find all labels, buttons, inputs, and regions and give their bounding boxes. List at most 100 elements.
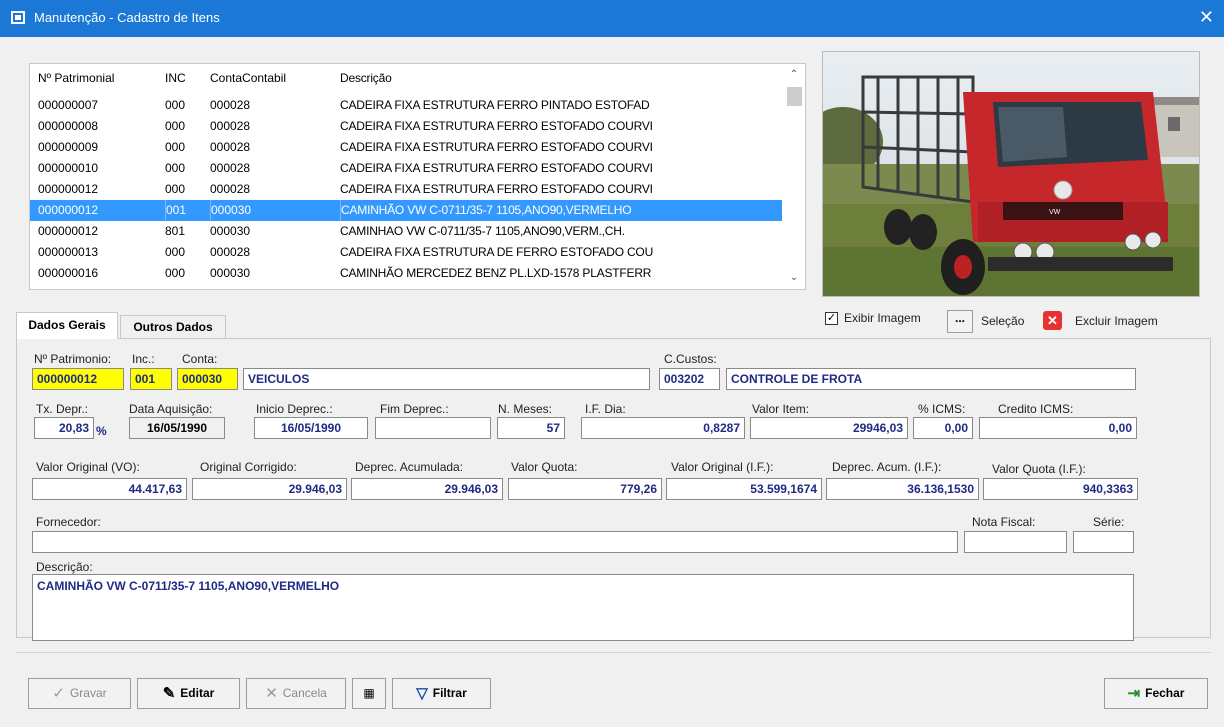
cell-patrimonial: 000000008 — [38, 119, 99, 133]
ccustos-description-field: CONTROLE DE FROTA — [726, 368, 1136, 390]
header-descricao[interactable]: Descrição — [340, 68, 392, 89]
calculator-button[interactable]: ▦ — [352, 678, 386, 709]
fim-deprec-field[interactable] — [375, 417, 491, 439]
window-title: Manutenção - Cadastro de Itens — [34, 10, 220, 25]
if-dia-field[interactable]: 0,8287 — [581, 417, 745, 439]
n-meses-field[interactable]: 57 — [497, 417, 565, 439]
delete-image-label[interactable]: Excluir Imagem — [1075, 314, 1158, 328]
table-row[interactable]: 000000009 000 000028 CADEIRA FIXA ESTRUTURA… — [30, 137, 782, 158]
table-row[interactable]: 000000012 801 000030 CAMINHAO VW C-0711/35-… — [30, 221, 782, 242]
delete-image-icon[interactable]: ✕ — [1043, 311, 1062, 330]
serie-label: Série: — [1093, 515, 1125, 529]
header-conta-contabil[interactable]: ContaContabil — [210, 68, 286, 89]
cell-conta: 000028 — [210, 140, 251, 154]
cell-patrimonial: 000000016 — [38, 266, 99, 280]
close-icon[interactable]: ✕ — [1199, 7, 1214, 28]
inc-field[interactable]: 001 — [130, 368, 172, 390]
table-row[interactable]: 000000016 000 000030 CAMINHÃO MERCEDEZ BENZ… — [30, 263, 782, 284]
gravar-label: Gravar — [69, 686, 107, 700]
grid-scrollbar[interactable]: ⌃ ⌄ — [783, 64, 805, 289]
valor-quota-if-field[interactable]: 940,3363 — [983, 478, 1138, 500]
cell-patrimonial: 000000013 — [38, 245, 99, 259]
patrimonio-field[interactable]: 000000012 — [32, 368, 124, 390]
table-row[interactable]: 000000012 001 000030 CAMINHÃO VW C-0711/35-… — [30, 200, 782, 221]
header-patrimonial[interactable]: Nº Patrimonial — [38, 68, 114, 89]
scroll-up-icon[interactable]: ⌃ — [783, 66, 805, 84]
pct-icms-field[interactable]: 0,00 — [913, 417, 973, 439]
editar-button[interactable]: ✎ Editar — [137, 678, 240, 709]
item-photo: VW — [822, 51, 1200, 297]
cancela-label: Cancela — [282, 686, 327, 700]
table-row[interactable]: 000000013 000 000028 CADEIRA FIXA ESTRUTURA… — [30, 242, 782, 263]
cell-patrimonial: 000000009 — [38, 140, 99, 154]
app-window-icon — [11, 11, 25, 24]
cancela-button[interactable]: ✕ Cancela — [246, 678, 346, 709]
tx-depr-label: Tx. Depr.: — [36, 402, 89, 416]
table-row[interactable]: 000000010 000 000028 CADEIRA FIXA ESTRUTURA… — [30, 158, 782, 179]
grid-header: Nº Patrimonial INC ContaContabil Descriç… — [30, 68, 782, 89]
fechar-button[interactable]: ⇥ Fechar — [1104, 678, 1208, 709]
tab-dados-gerais[interactable]: Dados Gerais — [16, 312, 118, 339]
cell-inc: 000 — [165, 245, 186, 259]
conta-field[interactable]: 000030 — [177, 368, 238, 390]
descricao-field[interactable]: CAMINHÃO VW C-0711/35-7 1105,ANO90,VERME… — [32, 574, 1134, 641]
credito-icms-field[interactable]: 0,00 — [979, 417, 1137, 439]
serie-field[interactable] — [1073, 531, 1134, 553]
fornecedor-field[interactable] — [32, 531, 958, 553]
svg-text:VW: VW — [1049, 209, 1061, 216]
inicio-deprec-field[interactable]: 16/05/1990 — [254, 417, 368, 439]
valor-quota-label: Valor Quota: — [511, 460, 578, 474]
deprec-acumulada-label: Deprec. Acumulada: — [355, 460, 464, 474]
nota-fiscal-label: Nota Fiscal: — [972, 515, 1036, 529]
cell-patrimonial: 000000012 — [38, 182, 99, 196]
table-row[interactable]: 000000012 000 000028 CADEIRA FIXA ESTRUTURA… — [30, 179, 782, 200]
valor-quota-field[interactable]: 779,26 — [508, 478, 662, 500]
cell-inc: 000 — [165, 266, 186, 280]
tab-outros-dados[interactable]: Outros Dados — [120, 315, 226, 338]
show-image-checkbox[interactable]: ✓ — [825, 312, 838, 325]
deprec-acum-if-label: Deprec. Acum. (I.F.): — [832, 460, 942, 474]
deprec-acum-if-field[interactable]: 36.136,1530 — [826, 478, 979, 500]
show-image-label: Exibir Imagem — [844, 311, 921, 325]
items-grid[interactable]: Nº Patrimonial INC ContaContabil Descriç… — [29, 63, 806, 290]
cell-descricao: CAMINHAO VW C-0711/35-7 1105,ANO90,VERM.… — [340, 224, 625, 238]
scroll-thumb[interactable] — [787, 87, 802, 106]
browse-image-button[interactable]: ... — [947, 310, 973, 333]
nota-fiscal-field[interactable] — [964, 531, 1067, 553]
cell-inc: 000 — [165, 161, 186, 175]
patrimonio-label: Nº Patrimonio: — [34, 352, 112, 366]
table-row[interactable]: 000000007 000 000028 CADEIRA FIXA ESTRUTURA… — [30, 95, 782, 116]
selecao-label[interactable]: Seleção — [981, 314, 1024, 328]
gravar-button[interactable]: ✓ Gravar — [28, 678, 131, 709]
filtrar-label: Filtrar — [432, 686, 467, 700]
cell-descricao: CAMINHÃO VW C-0711/35-7 1105,ANO90,VERME… — [340, 200, 632, 221]
cell-patrimonial: 000000012 — [38, 224, 99, 238]
original-corrigido-field[interactable]: 29.946,03 — [192, 478, 347, 500]
cell-inc: 000 — [165, 119, 186, 133]
header-inc[interactable]: INC — [165, 68, 186, 89]
cell-conta: 000028 — [210, 98, 251, 112]
cell-descricao: CADEIRA FIXA ESTRUTURA DE FERRO ESTOFADO… — [340, 245, 654, 259]
cell-patrimonial: 000000012 — [38, 203, 99, 217]
tx-depr-field[interactable]: 20,83 — [34, 417, 94, 439]
tx-depr-unit: % — [96, 424, 107, 438]
fechar-label: Fechar — [1145, 686, 1185, 700]
deprec-acumulada-field[interactable]: 29.946,03 — [351, 478, 503, 500]
scroll-down-icon[interactable]: ⌄ — [783, 269, 805, 287]
ccustos-field[interactable]: 003202 — [659, 368, 720, 390]
fornecedor-label: Fornecedor: — [36, 515, 101, 529]
valor-original-field[interactable]: 44.417,63 — [32, 478, 187, 500]
editar-label: Editar — [180, 686, 215, 700]
conta-label: Conta: — [182, 352, 218, 366]
cell-descricao: CAMINHÃO MERCEDEZ BENZ PL.LXD-1578 PLAST… — [340, 266, 652, 280]
exit-door-icon: ⇥ — [1127, 685, 1141, 702]
valor-item-field[interactable]: 29946,03 — [750, 417, 908, 439]
cell-descricao: CADEIRA FIXA ESTRUTURA FERRO PINTADO EST… — [340, 98, 650, 112]
check-icon: ✓ — [52, 685, 65, 702]
x-icon: ✕ — [265, 685, 278, 702]
cell-conta: 000028 — [210, 245, 251, 259]
filtrar-button[interactable]: ▽ Filtrar — [392, 678, 491, 709]
valor-original-if-field[interactable]: 53.599,1674 — [666, 478, 822, 500]
cell-inc: 001 — [165, 200, 186, 221]
table-row[interactable]: 000000008 000 000028 CADEIRA FIXA ESTRUTURA… — [30, 116, 782, 137]
